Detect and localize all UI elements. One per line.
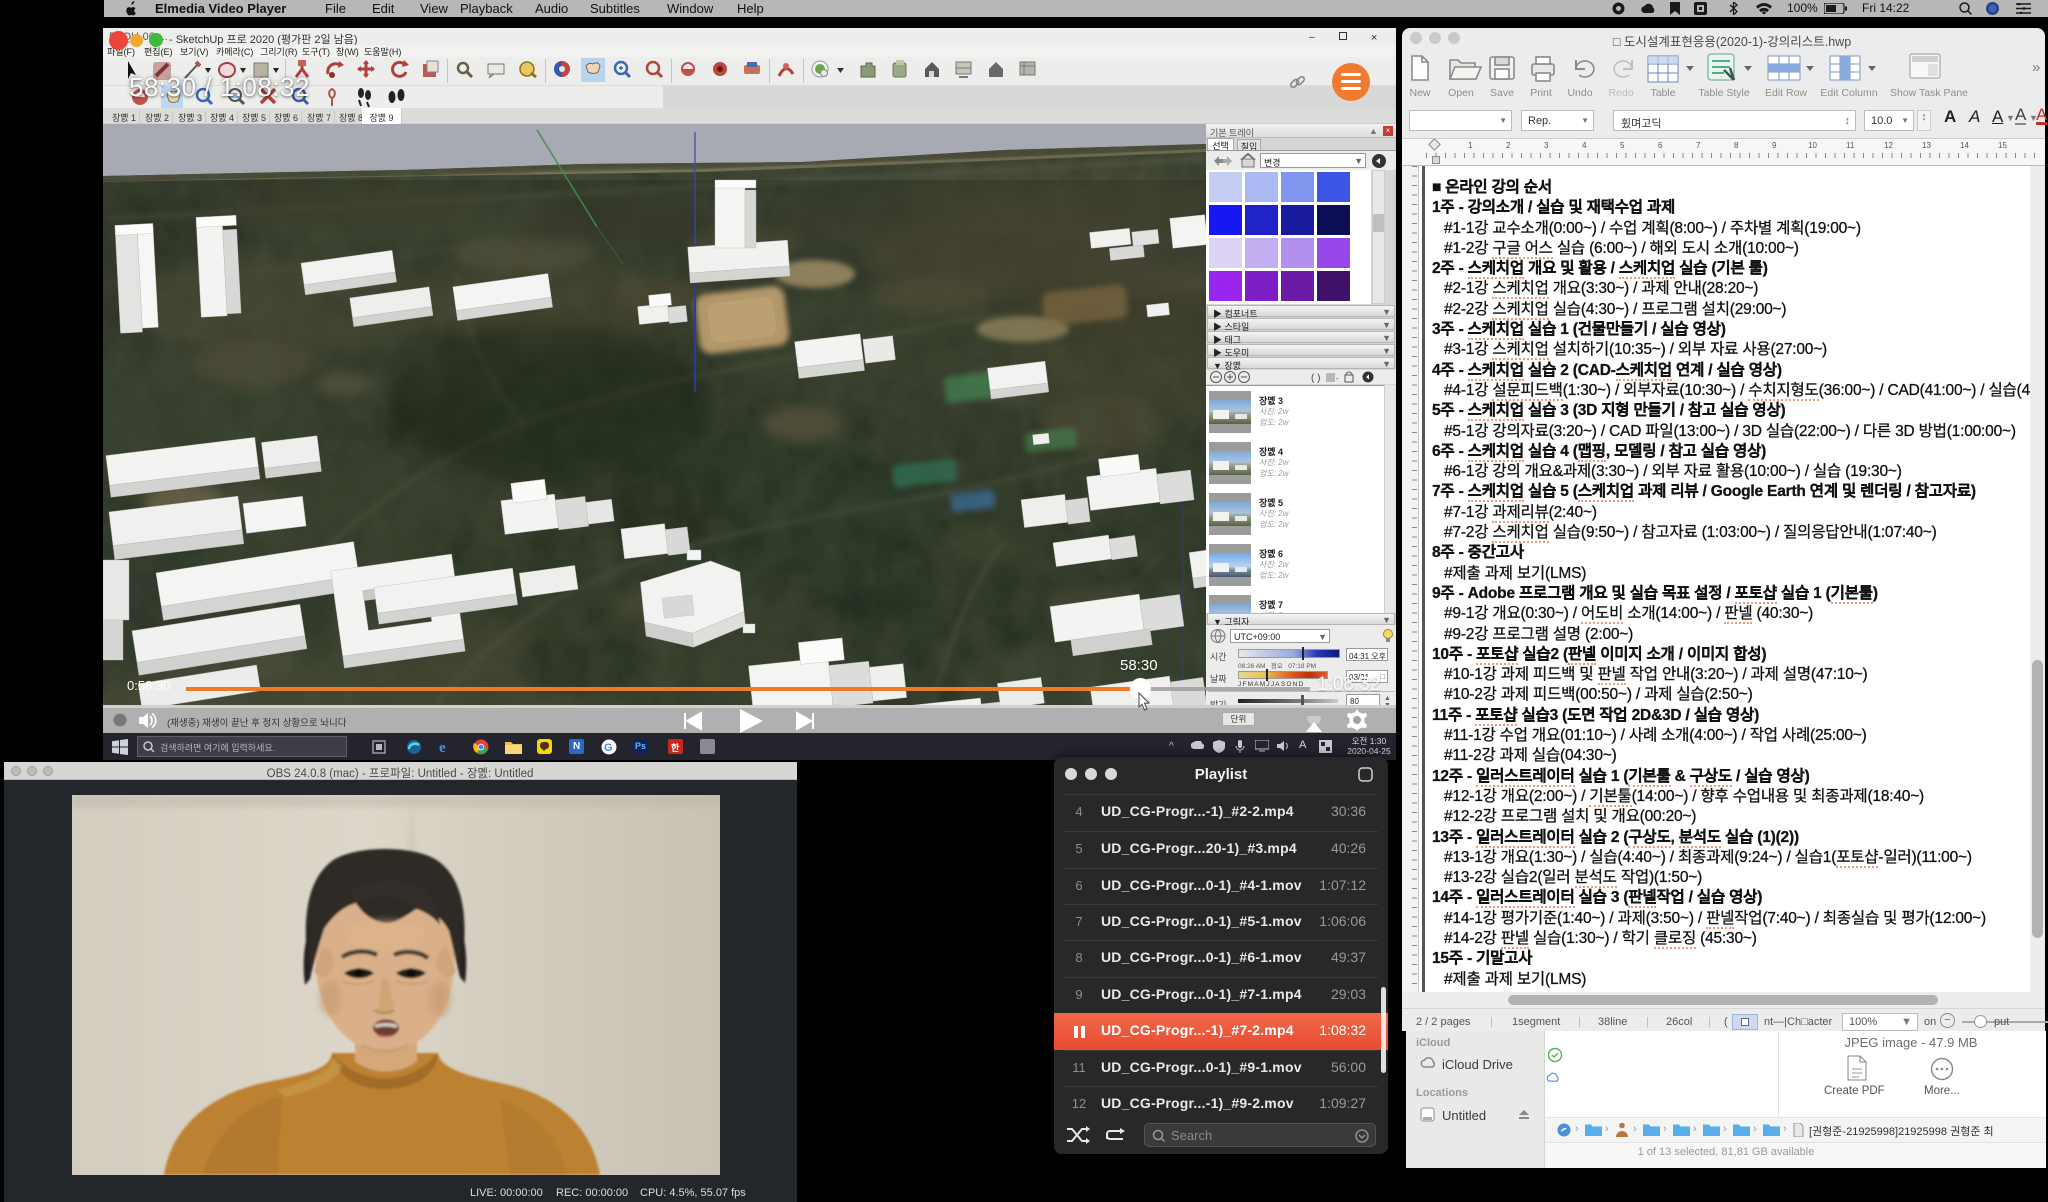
svg-text:New: New: [1409, 87, 1430, 99]
svg-text:Undo: Undo: [1567, 87, 1592, 99]
svg-text:Print: Print: [1530, 87, 1552, 99]
svg-text:Edit Row: Edit Row: [1765, 87, 1807, 99]
svg-text:Table Style: Table Style: [1698, 87, 1750, 99]
svg-text:G: G: [604, 742, 613, 754]
svg-text:Open: Open: [1448, 87, 1474, 99]
svg-text:Redo: Redo: [1608, 87, 1633, 99]
svg-text:»: »: [2032, 59, 2040, 76]
svg-text:( ): ( ): [1311, 373, 1320, 384]
svg-text:Show Task Pane: Show Task Pane: [1890, 87, 1968, 99]
svg-text:Edit Column: Edit Column: [1820, 87, 1877, 99]
svg-text:Table: Table: [1650, 87, 1675, 99]
svg-text:e: e: [439, 740, 446, 755]
svg-text:Save: Save: [1490, 87, 1514, 99]
svg-text:-: -: [1336, 374, 1339, 383]
